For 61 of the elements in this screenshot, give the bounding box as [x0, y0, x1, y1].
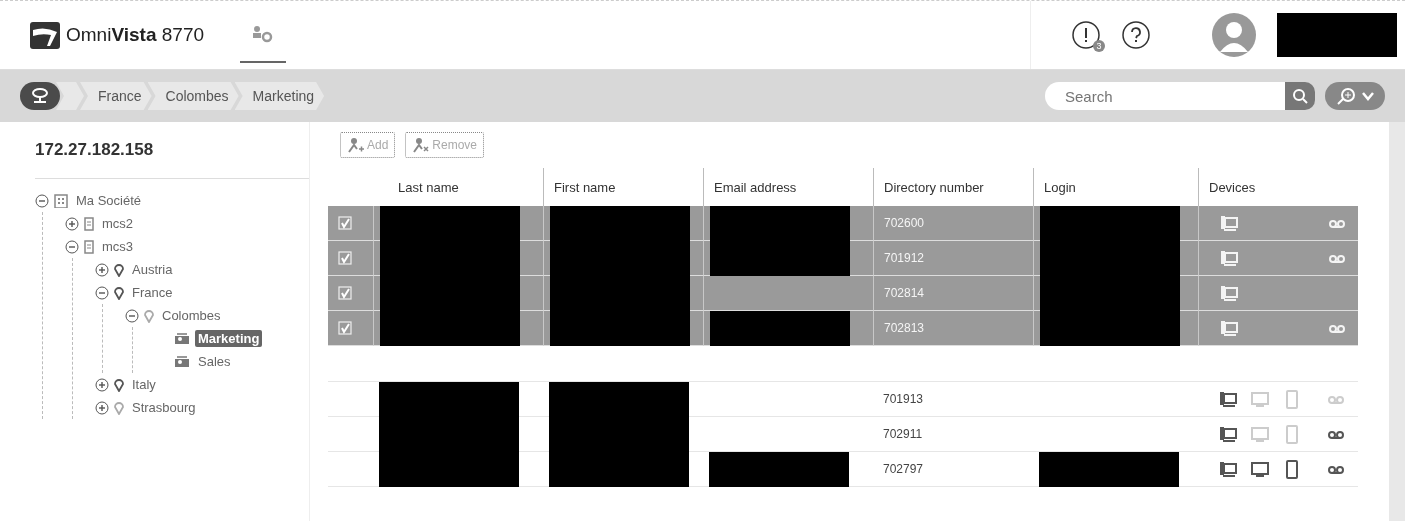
- search-plus-icon: [1336, 87, 1358, 105]
- tree-item[interactable]: Strasbourg: [129, 399, 199, 416]
- tree-item[interactable]: mcs3: [99, 238, 137, 255]
- breadcrumb-segment[interactable]: [56, 82, 84, 110]
- table-cell: 701912: [873, 241, 1033, 276]
- server-icon: [84, 216, 94, 231]
- tree-item[interactable]: Sales: [195, 353, 234, 370]
- app-title: OmniVista 8770: [66, 24, 205, 46]
- server-address: 172.27.182.158: [35, 140, 309, 179]
- table-cell: 701913: [873, 382, 1033, 417]
- table-icon: [31, 88, 49, 104]
- checkbox[interactable]: [338, 286, 352, 300]
- pin-icon: [114, 400, 124, 415]
- pin-icon: [114, 262, 124, 277]
- expand-icon[interactable]: [95, 377, 109, 392]
- collapse-icon[interactable]: [35, 193, 49, 208]
- alert-count: 3: [1093, 40, 1105, 52]
- table-cell: 702814: [873, 276, 1033, 311]
- group-icon: [174, 355, 190, 368]
- server-icon: [84, 239, 94, 254]
- tree-item[interactable]: Ma Société: [73, 192, 145, 209]
- help-icon[interactable]: [1121, 20, 1151, 50]
- collapse-icon[interactable]: [65, 239, 79, 254]
- expand-icon[interactable]: [95, 262, 109, 277]
- logo-icon: [30, 20, 60, 50]
- user-plus-icon: [347, 137, 365, 153]
- tree-item[interactable]: Marketing: [195, 330, 263, 347]
- tree-item[interactable]: France: [129, 284, 176, 301]
- user-x-icon: [412, 137, 431, 153]
- chevron-down-icon: [1362, 91, 1374, 101]
- tree-item[interactable]: Colombes: [159, 307, 224, 324]
- pin-icon: [114, 377, 124, 392]
- table-cell: 702911: [873, 417, 1033, 452]
- root-button[interactable]: [20, 82, 60, 110]
- pin-icon: [114, 285, 124, 300]
- checkbox[interactable]: [338, 251, 352, 265]
- table-cell: 702797: [873, 452, 1033, 487]
- collapse-icon[interactable]: [95, 285, 109, 300]
- tree-item[interactable]: mcs2: [99, 215, 137, 232]
- column-header[interactable]: Last name: [373, 168, 543, 206]
- search-button[interactable]: [1285, 82, 1315, 110]
- tree-item[interactable]: Italy: [129, 376, 159, 393]
- checkbox[interactable]: [338, 321, 352, 335]
- table-cell: 702600: [873, 206, 1033, 241]
- collapse-icon[interactable]: [125, 308, 139, 323]
- tree-item[interactable]: Austria: [129, 261, 176, 278]
- avatar-icon[interactable]: [1211, 12, 1257, 58]
- table-cell: 702813: [873, 311, 1033, 346]
- group-icon: [174, 332, 190, 345]
- expand-icon[interactable]: [95, 400, 109, 415]
- search-icon: [1292, 88, 1308, 104]
- scrollbar[interactable]: [1389, 122, 1405, 521]
- advanced-search-button[interactable]: [1325, 82, 1385, 110]
- breadcrumb-item[interactable]: Colombes: [147, 82, 239, 110]
- search-field[interactable]: Search: [1045, 82, 1285, 110]
- checkbox[interactable]: [338, 216, 352, 230]
- building-icon: [54, 193, 68, 208]
- expand-icon[interactable]: [65, 216, 79, 231]
- breadcrumb-item[interactable]: France: [80, 82, 152, 110]
- breadcrumb-item[interactable]: Marketing: [234, 82, 325, 110]
- pin-icon: [144, 308, 154, 323]
